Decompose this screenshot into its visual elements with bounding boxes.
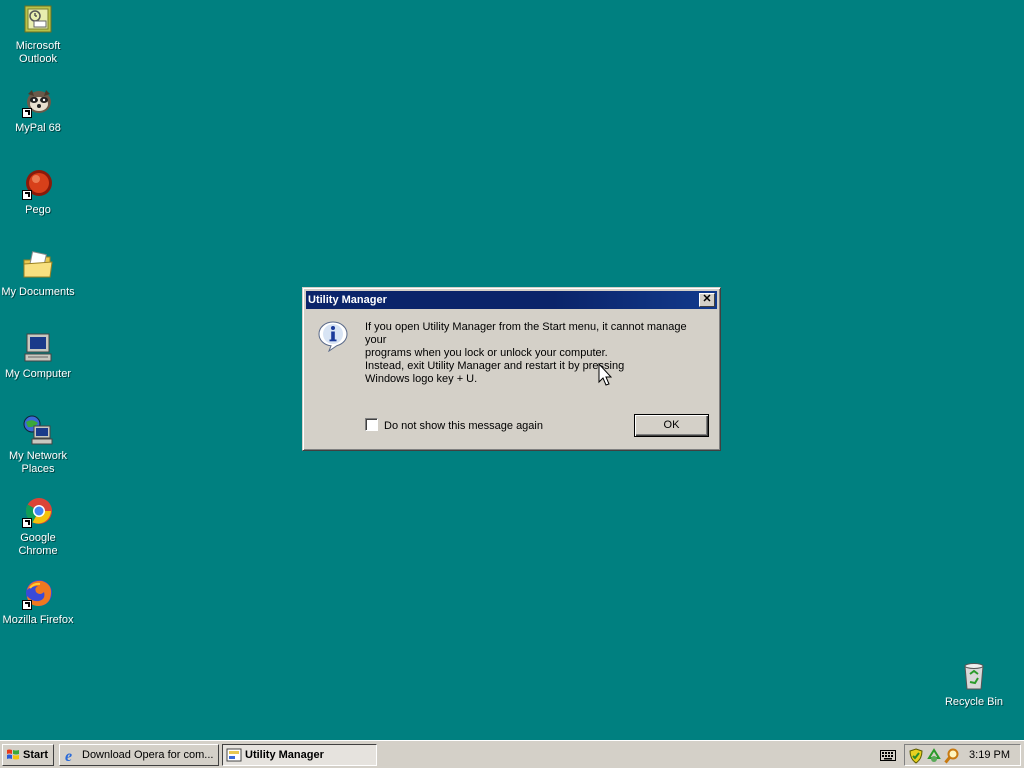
dont-show-again-checkbox[interactable]: [365, 418, 378, 431]
desktop-icon-label: Outlook: [19, 53, 57, 65]
mouse-cursor-icon: [598, 362, 613, 387]
svg-text:e: e: [65, 748, 72, 763]
utility-manager-dialog: Utility Manager ✕ If you open Utility Ma…: [302, 287, 721, 451]
desktop-icon-mypal[interactable]: MyPal 68: [0, 86, 76, 135]
pego-icon: [22, 168, 54, 200]
dialog-message-paragraph-1: If you open Utility Manager from the Sta…: [365, 321, 710, 360]
desktop-icon-label: Pego: [25, 204, 51, 216]
desktop-icon-label: Recycle Bin: [944, 696, 1004, 708]
shortcut-arrow-icon: [22, 190, 32, 200]
computer-icon: [22, 332, 54, 364]
windows-logo-icon: [7, 749, 19, 760]
info-icon: [317, 320, 349, 353]
shortcut-arrow-icon: [22, 108, 32, 118]
dialog-message-line: programs when you lock or unlock your co…: [365, 347, 608, 359]
recycle-bin-icon: [958, 660, 990, 692]
folder-icon: [22, 250, 54, 282]
taskbar-button-label: Utility Manager: [245, 749, 324, 761]
desktop-icon-label: Microsoft: [15, 40, 61, 52]
desktop-icon-microsoft-outlook[interactable]: Microsoft Outlook: [0, 4, 76, 66]
magnifier-icon[interactable]: [944, 748, 960, 764]
system-tray: 3:19 PM: [904, 744, 1021, 766]
chrome-icon: [22, 496, 54, 528]
close-button[interactable]: ✕: [699, 293, 715, 307]
desktop-icon-google-chrome[interactable]: Google Chrome: [0, 496, 76, 558]
dialog-message-line: If you open Utility Manager from the Sta…: [365, 321, 687, 346]
ok-button[interactable]: OK: [634, 414, 709, 437]
desktop-icon-recycle-bin[interactable]: Recycle Bin: [936, 660, 1012, 709]
dialog-message-line: Windows logo key + U.: [365, 373, 478, 385]
firefox-icon: [22, 578, 54, 610]
taskbar-button-utility-manager[interactable]: Utility Manager: [222, 744, 377, 766]
start-button[interactable]: Start: [2, 744, 54, 766]
dialog-title: Utility Manager: [308, 294, 387, 306]
clock[interactable]: 3:19 PM: [969, 745, 1010, 765]
desktop-icon-label: My Documents: [1, 286, 75, 298]
desktop-icon-pego[interactable]: Pego: [0, 168, 76, 217]
outlook-icon: [22, 4, 54, 36]
dialog-message-line: Instead, exit Utility Manager and restar…: [365, 360, 625, 372]
start-label: Start: [23, 749, 49, 761]
desktop-icon-my-documents[interactable]: My Documents: [0, 250, 76, 299]
checkbox-label: Do not show this message again: [384, 420, 543, 432]
mypal-icon: [22, 86, 54, 118]
internet-explorer-icon: e: [65, 748, 72, 763]
taskbar-button-label: Download Opera for com...: [82, 749, 214, 761]
shortcut-arrow-icon: [22, 600, 32, 610]
desktop-icon-mozilla-firefox[interactable]: Mozilla Firefox: [0, 578, 76, 627]
desktop-icon-label: Places: [21, 463, 55, 475]
network-icon: [22, 414, 54, 446]
utility-manager-icon: [226, 748, 242, 762]
keyboard-icon[interactable]: [880, 748, 896, 762]
desktop-icon-my-computer[interactable]: My Computer: [0, 332, 76, 381]
desktop-icon-label: MyPal 68: [15, 122, 61, 134]
desktop-icon-my-network-places[interactable]: My Network Places: [0, 414, 76, 476]
close-icon: ✕: [702, 293, 712, 305]
desktop-icon-label: My Computer: [4, 368, 72, 380]
desktop-icon-label: My Network: [8, 450, 68, 462]
taskbar: Start e Download Opera for com... Utilit…: [0, 740, 1024, 768]
dont-show-again-checkbox-row[interactable]: Do not show this message again: [365, 418, 543, 432]
desktop-icon-label: Google Chrome: [18, 532, 58, 557]
taskbar-button-opera-download[interactable]: e Download Opera for com...: [59, 744, 219, 766]
shield-icon[interactable]: [908, 748, 924, 764]
dialog-message-paragraph-2: Instead, exit Utility Manager and restar…: [365, 360, 710, 386]
dialog-titlebar[interactable]: Utility Manager ✕: [306, 291, 717, 309]
shortcut-arrow-icon: [22, 518, 32, 528]
recycle-tray-icon[interactable]: [926, 748, 942, 764]
desktop-icon-label: Mozilla Firefox: [2, 614, 74, 626]
